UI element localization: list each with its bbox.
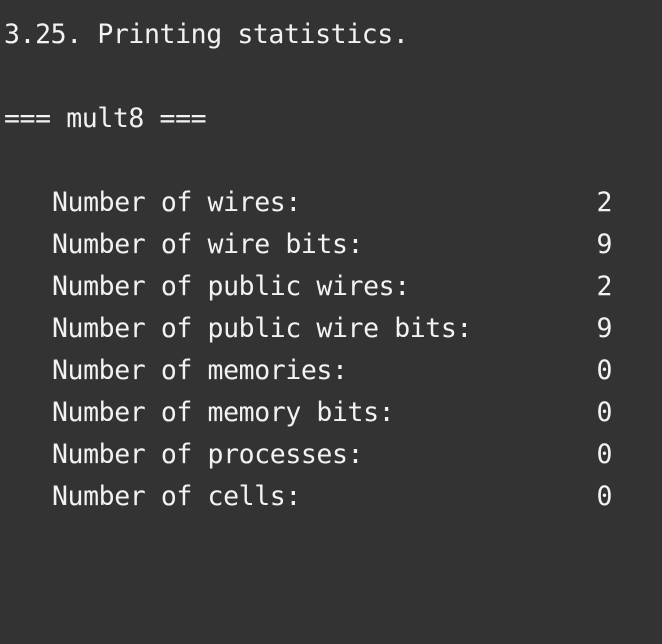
stat-value: 9 xyxy=(596,313,612,344)
stat-value: 0 xyxy=(596,481,612,512)
stat-value: 9 xyxy=(596,229,612,260)
stat-label: Number of wires: xyxy=(52,187,301,218)
stat-label: Number of processes: xyxy=(52,439,364,470)
module-header: === mult8 === xyxy=(4,103,207,134)
stat-value: 0 xyxy=(596,397,612,428)
stat-value: 0 xyxy=(596,355,612,386)
stat-label: Number of public wire bits: xyxy=(52,313,472,344)
stat-row-memories: Number of memories: 0 xyxy=(52,350,612,392)
stat-label: Number of memories: xyxy=(52,355,348,386)
stat-value: 0 xyxy=(596,439,612,470)
stat-row-wires: Number of wires: 2 xyxy=(52,182,612,224)
stat-row-public-wires: Number of public wires: 2 xyxy=(52,266,612,308)
stat-row-public-wire-bits: Number of public wire bits: 9 xyxy=(52,308,612,350)
stat-label: Number of cells: xyxy=(52,481,301,512)
stat-label: Number of public wires: xyxy=(52,271,410,302)
stat-value: 2 xyxy=(596,271,612,302)
stat-row-processes: Number of processes: 0 xyxy=(52,434,612,476)
stat-row-wire-bits: Number of wire bits: 9 xyxy=(52,224,612,266)
stat-row-cells: Number of cells: 0 xyxy=(52,476,612,518)
stat-label: Number of memory bits: xyxy=(52,397,395,428)
stat-value: 2 xyxy=(596,187,612,218)
terminal-output: 3.25. Printing statistics. === mult8 ===… xyxy=(0,0,662,542)
stat-row-memory-bits: Number of memory bits: 0 xyxy=(52,392,612,434)
section-heading: 3.25. Printing statistics. xyxy=(4,19,409,50)
stat-label: Number of wire bits: xyxy=(52,229,364,260)
